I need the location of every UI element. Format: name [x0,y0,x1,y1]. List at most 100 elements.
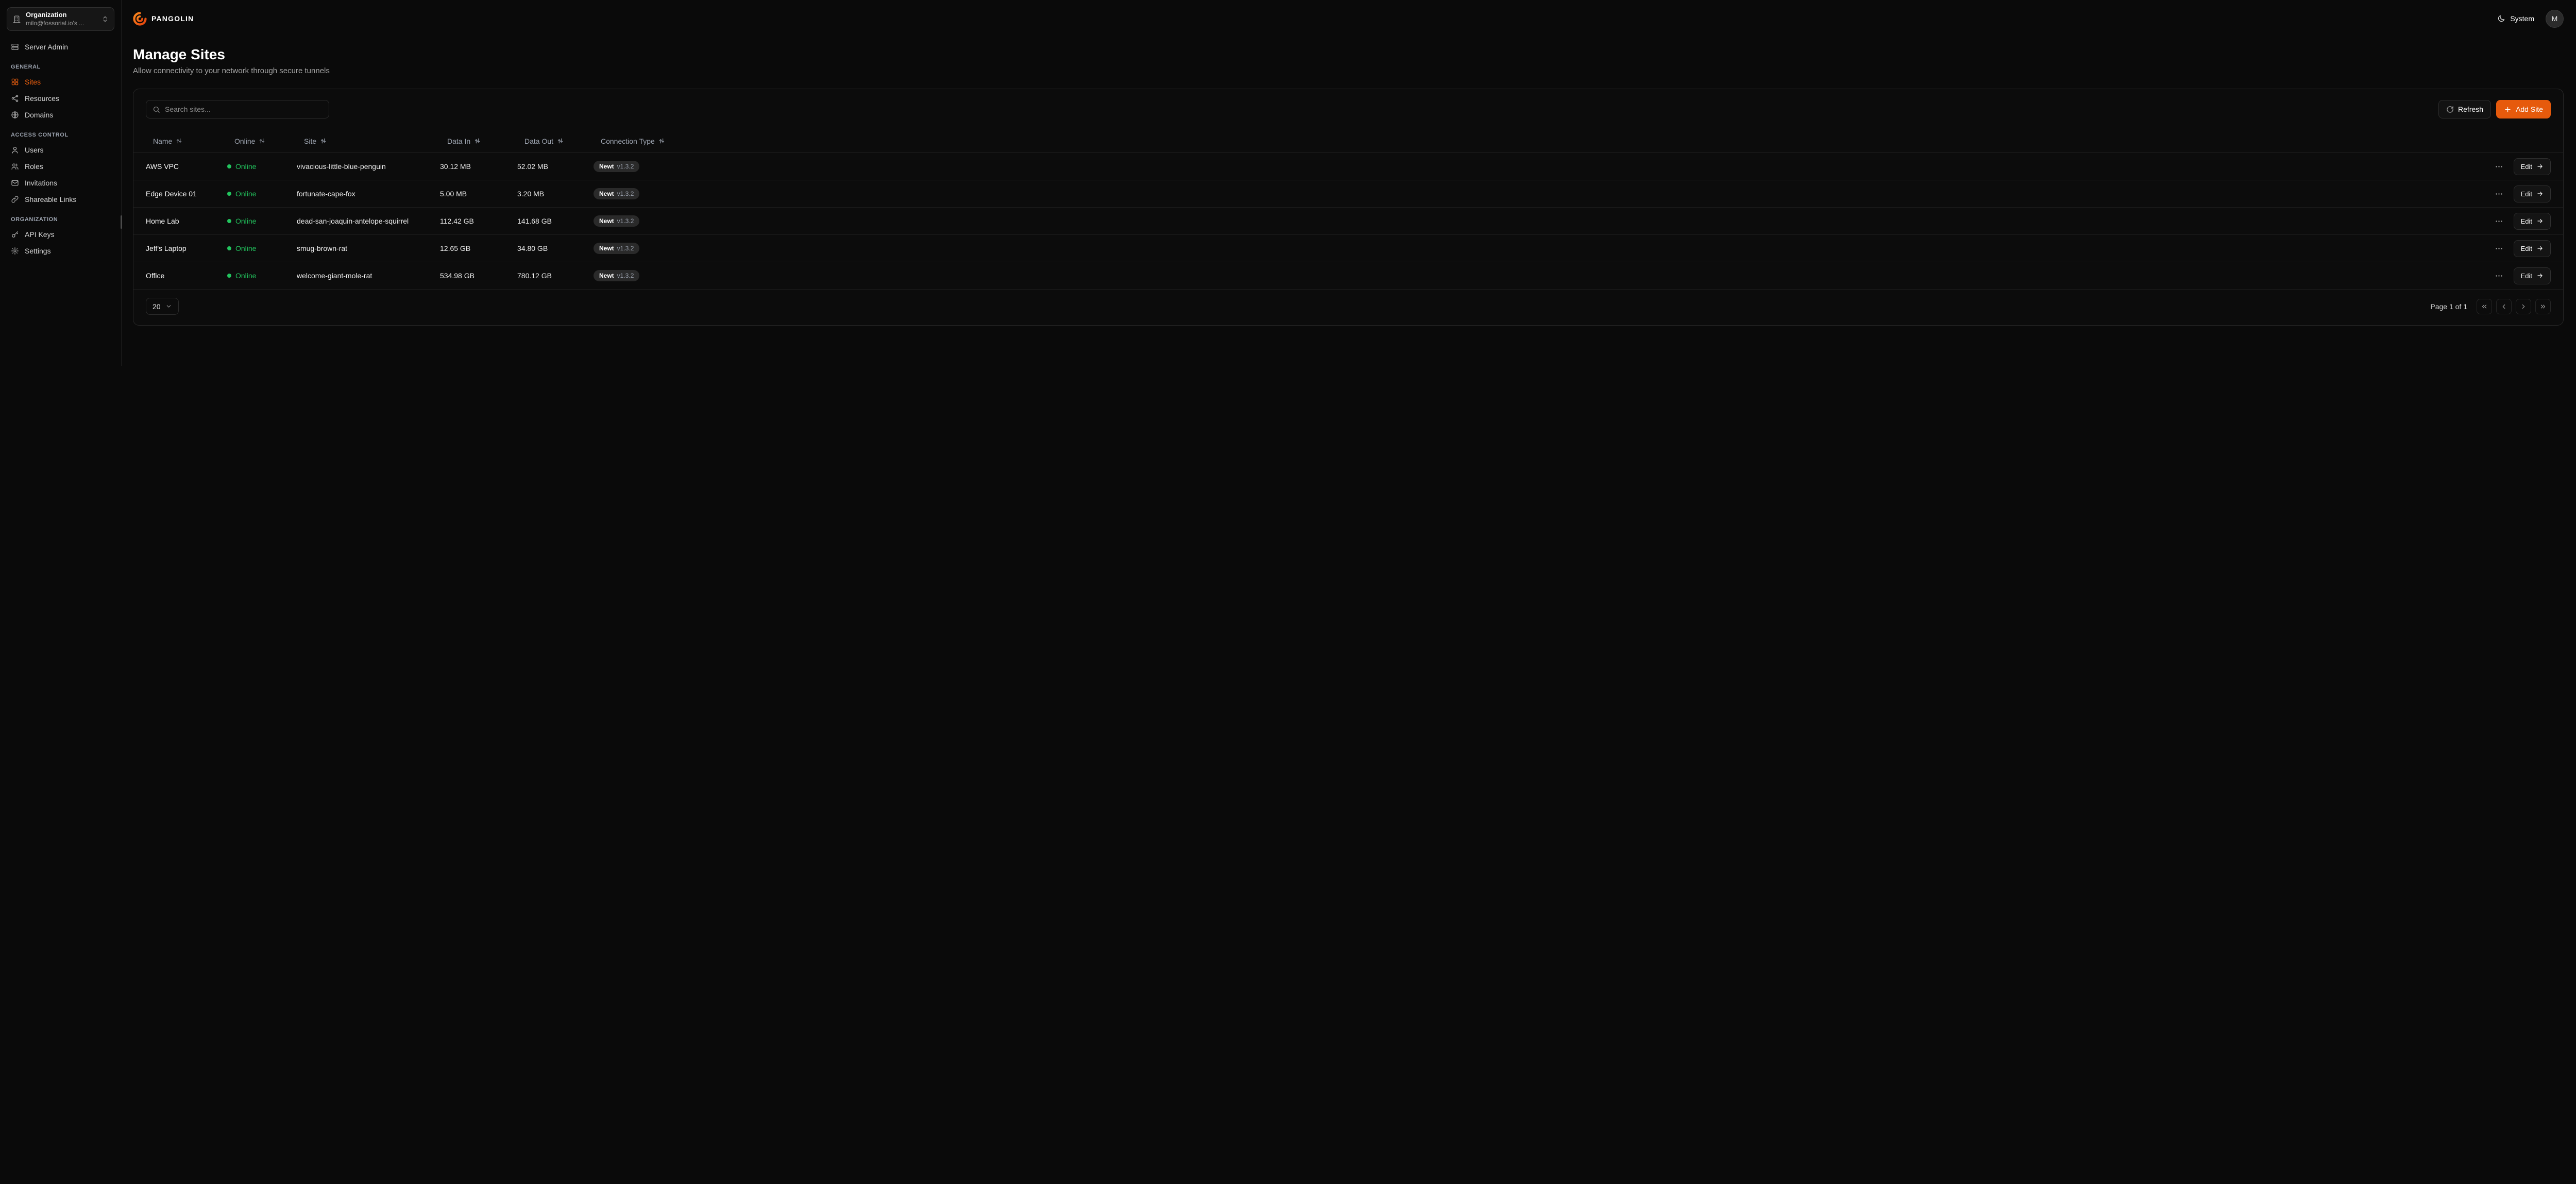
sidebar-item-roles[interactable]: Roles [7,159,114,174]
sidebar-item-resources[interactable]: Resources [7,91,114,106]
arrow-right-icon [2536,272,2544,279]
arrow-right-icon [2536,217,2544,225]
theme-toggle[interactable]: System [2497,14,2534,23]
sidebar-resize-handle[interactable] [121,215,122,229]
site-id-cell: smug-brown-rat [297,244,440,252]
mail-icon [11,179,19,187]
sidebar-item-sites[interactable]: Sites [7,74,114,90]
chevron-down-icon [165,303,172,310]
chevron-right-icon [2520,303,2527,310]
online-status-dot [227,164,231,168]
sidebar-item-label: Domains [25,111,53,119]
chevrons-up-down-icon [101,15,109,23]
sidebar-item-label: Sites [25,78,41,86]
data-in-cell: 12.65 GB [440,244,517,252]
search-input[interactable] [165,105,323,113]
status-cell: Online [227,217,297,225]
data-in-cell: 112.42 GB [440,217,517,225]
online-status-dot [227,246,231,250]
sidebar-item-server-admin[interactable]: Server Admin [7,39,114,55]
table-row: Office Online welcome-giant-mole-rat 534… [133,262,2563,290]
site-id-cell: dead-san-joaquin-antelope-squirrel [297,217,440,225]
data-out-cell: 34.80 GB [517,244,594,252]
edit-button[interactable]: Edit [2514,158,2551,175]
sidebar-item-label: Settings [25,247,51,255]
first-page-button[interactable] [2477,299,2492,314]
org-selector[interactable]: Organization milo@fossorial.io's ... [7,7,114,31]
edit-button[interactable]: Edit [2514,213,2551,230]
row-actions-menu-button[interactable] [2493,242,2505,255]
sidebar-nav: Server Admin GENERAL Sites Resources Do [7,39,114,259]
sidebar-item-users[interactable]: Users [7,142,114,158]
sort-icon [176,138,182,144]
row-actions-menu-button[interactable] [2493,160,2505,173]
edit-button[interactable]: Edit [2514,240,2551,257]
avatar-initial: M [2552,14,2558,23]
site-name-cell: Office [146,272,227,280]
ellipsis-icon [2495,272,2503,280]
sidebar-item-label: API Keys [25,230,55,239]
add-site-button[interactable]: Add Site [2496,100,2551,119]
table-header: Name Online Site Data In Data Out [133,129,2563,153]
next-page-button[interactable] [2516,299,2531,314]
sidebar: Organization milo@fossorial.io's ... Ser… [0,0,122,366]
last-page-button[interactable] [2535,299,2551,314]
ellipsis-icon [2495,190,2503,198]
sidebar-item-label: Invitations [25,179,57,187]
sidebar-item-invitations[interactable]: Invitations [7,175,114,191]
online-status-dot [227,274,231,278]
edit-button[interactable]: Edit [2514,267,2551,284]
online-status-dot [227,219,231,223]
data-out-cell: 141.68 GB [517,217,594,225]
site-name-cell: Home Lab [146,217,227,225]
arrow-right-icon [2536,190,2544,197]
sidebar-item-settings[interactable]: Settings [7,243,114,259]
edit-button[interactable]: Edit [2514,185,2551,202]
page-subtitle: Allow connectivity to your network throu… [133,66,2564,75]
sidebar-item-api-keys[interactable]: API Keys [7,227,114,242]
sidebar-item-domains[interactable]: Domains [7,107,114,123]
sidebar-item-shareable-links[interactable]: Shareable Links [7,192,114,207]
sort-icon [320,138,327,144]
site-id-cell: vivacious-little-blue-penguin [297,162,440,171]
data-out-cell: 52.02 MB [517,162,594,171]
column-header-data-out[interactable]: Data Out [517,137,594,145]
online-status-dot [227,192,231,196]
card-toolbar: Refresh Add Site [133,89,2563,129]
user-icon [11,146,19,154]
key-icon [11,230,19,239]
avatar[interactable]: M [2546,10,2564,28]
column-header-data-in[interactable]: Data In [440,137,517,145]
section-label-organization: ORGANIZATION [11,216,110,223]
column-header-online[interactable]: Online [227,137,297,145]
row-actions-menu-button[interactable] [2493,215,2505,228]
data-in-cell: 534.98 GB [440,272,517,280]
sidebar-item-label: Server Admin [25,43,68,51]
column-header-site[interactable]: Site [297,137,440,145]
users-icon [11,162,19,171]
column-header-name[interactable]: Name [146,137,227,145]
table-row: Home Lab Online dead-san-joaquin-antelop… [133,208,2563,235]
data-in-cell: 5.00 MB [440,190,517,198]
waypoints-icon [11,94,19,103]
brand[interactable]: PANGOLIN [133,12,194,26]
status-cell: Online [227,244,297,252]
search-box[interactable] [146,100,329,119]
sort-icon [557,138,564,144]
sidebar-item-label: Resources [25,94,59,103]
grid-icon [11,78,19,86]
chevrons-right-icon [2539,303,2547,310]
site-id-cell: fortunate-cape-fox [297,190,440,198]
org-subtitle: milo@fossorial.io's ... [26,20,97,28]
row-actions-menu-button[interactable] [2493,188,2505,200]
row-actions-menu-button[interactable] [2493,269,2505,282]
column-header-connection-type[interactable]: Connection Type [594,137,2551,145]
site-name-cell: Edge Device 01 [146,190,227,198]
page-size-select[interactable]: 20 [146,298,179,315]
ellipsis-icon [2495,244,2503,253]
section-label-general: GENERAL [11,64,110,70]
previous-page-button[interactable] [2496,299,2512,314]
gear-icon [11,247,19,255]
data-in-cell: 30.12 MB [440,162,517,171]
refresh-button[interactable]: Refresh [2438,100,2491,119]
